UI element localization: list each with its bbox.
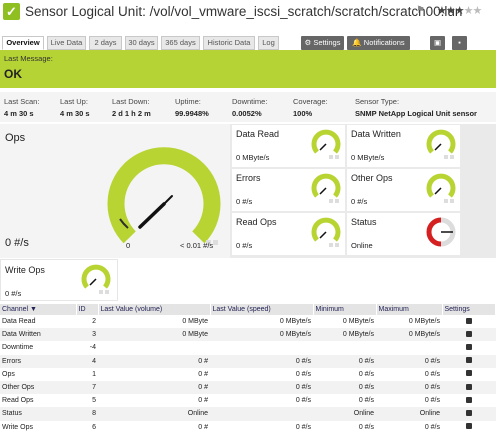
channel-settings-icon[interactable] xyxy=(465,330,472,337)
sensor-stats: Last Scan: 4 m 30 s Last Up: 4 m 30 s Last… xyxy=(0,92,496,122)
stat-last-up: Last Up: 4 m 30 s xyxy=(60,97,90,118)
gauge-data-read-name: Data Read xyxy=(236,129,280,139)
gauge-data-read-value: 0 MByte/s xyxy=(236,153,270,162)
write-ops-gauge xyxy=(81,264,111,294)
table-row[interactable]: Status 8 Online Online Online xyxy=(0,407,496,421)
gauge-other-ops-name: Other Ops xyxy=(351,173,393,183)
delete-icon[interactable]: ▪ xyxy=(452,36,467,50)
tab-overview[interactable]: Overview xyxy=(2,36,44,50)
col-channel[interactable]: Channel ▼ xyxy=(0,304,77,315)
channel-settings-icon[interactable] xyxy=(465,396,472,403)
ops-gauge xyxy=(107,147,221,245)
tab-live-data[interactable]: Live Data xyxy=(47,36,86,50)
status-ok-icon: ✓ xyxy=(3,3,20,20)
table-row[interactable]: Downtime -4 xyxy=(0,341,496,354)
channel-settings-icon[interactable] xyxy=(465,357,472,364)
channel-settings-icon[interactable] xyxy=(465,423,472,430)
notifications-button[interactable]: 🔔 Notifications xyxy=(347,36,410,50)
col-last-volume[interactable]: Last Value (volume) xyxy=(98,304,211,315)
last-message-banner: Last Message: OK xyxy=(0,50,496,88)
sensor-header: ✓ Sensor Logical Unit: /vol/vol_vmware_i… xyxy=(0,0,496,24)
tab-365-days[interactable]: 365 days xyxy=(161,36,200,50)
gauge-errors-name: Errors xyxy=(236,173,261,183)
gauge-data-written-value: 0 MByte/s xyxy=(351,153,385,162)
gauge-status-name: Status xyxy=(351,217,377,227)
stat-last-scan: Last Scan: 4 m 30 s xyxy=(4,97,40,118)
stat-sensor-type: Sensor Type: SNMP NetApp Logical Unit sen… xyxy=(355,97,477,118)
gauge-data-written-name: Data Written xyxy=(351,129,401,139)
table-row[interactable]: Other Ops 7 0 #0 #/s 0 #/s 0 #/s xyxy=(0,380,496,395)
flag-icon[interactable]: ⚑ xyxy=(416,5,425,16)
other-ops-gauge xyxy=(426,173,456,203)
gauge-read-ops[interactable]: Read Ops 0 #/s xyxy=(232,213,345,255)
stat-downtime: Downtime: 0.0052% xyxy=(232,97,268,118)
tab-bar: Overview Live Data 2 days 30 days 365 da… xyxy=(0,36,496,50)
data-written-gauge xyxy=(426,129,456,159)
ops-gauge-value: 0 #/s xyxy=(5,237,29,249)
table-row[interactable]: Write Ops 6 0 #0 #/s 0 #/s 0 #/s xyxy=(0,421,496,434)
channel-settings-icon[interactable] xyxy=(465,317,472,324)
col-last-speed[interactable]: Last Value (speed) xyxy=(210,304,314,315)
channel-settings-icon[interactable] xyxy=(465,409,472,416)
stat-coverage: Coverage: 100% xyxy=(293,97,328,118)
gauge-errors[interactable]: Errors 0 #/s xyxy=(232,169,345,211)
gauge-status-value: Online xyxy=(351,241,373,250)
channel-settings-icon[interactable] xyxy=(465,383,472,390)
data-read-gauge xyxy=(311,129,341,159)
tab-log[interactable]: Log xyxy=(258,36,279,50)
status-gauge xyxy=(426,217,456,247)
priority-stars[interactable]: ★★★★★ xyxy=(437,4,482,17)
last-message-value: OK xyxy=(4,67,22,81)
stat-uptime: Uptime: 99.9948% xyxy=(175,97,209,118)
tab-30-days[interactable]: 30 days xyxy=(125,36,158,50)
ops-gauge-max: < 0.01 #/s xyxy=(180,241,214,250)
gauge-status[interactable]: Status Online xyxy=(347,213,460,255)
gauge-other-ops-value: 0 #/s xyxy=(351,197,368,206)
col-settings[interactable]: Settings xyxy=(442,304,496,315)
gauge-write-ops[interactable]: Write Ops 0 #/s xyxy=(0,259,118,301)
table-row[interactable]: Data Written 3 0 MByte 0 MByte/s 0 MByte/s 0 … xyxy=(0,328,496,342)
table-row[interactable]: Read Ops 5 0 #0 #/s 0 #/s 0 #/s xyxy=(0,394,496,407)
gauge-read-ops-name: Read Ops xyxy=(236,217,277,227)
sensor-title: Sensor Logical Unit: /vol/vol_vmware_isc… xyxy=(25,4,463,19)
read-ops-gauge xyxy=(311,217,341,247)
table-header-row: Channel ▼ ID Last Value (volume) Last Va… xyxy=(0,304,496,315)
channels-table: Channel ▼ ID Last Value (volume) Last Va… xyxy=(0,304,496,434)
col-minimum[interactable]: Minimum xyxy=(313,304,377,315)
tab-historic-data[interactable]: Historic Data xyxy=(203,36,255,50)
pause-icon[interactable]: ▣ xyxy=(430,36,445,50)
gauge-write-ops-name: Write Ops xyxy=(5,265,45,275)
gauge-other-ops[interactable]: Other Ops 0 #/s xyxy=(347,169,460,211)
ops-gauge-name: Ops xyxy=(5,132,26,144)
tab-2-days[interactable]: 2 days xyxy=(89,36,122,50)
ops-gauge-panel[interactable]: Ops 0 #/s 0 < 0.01 #/s xyxy=(0,124,230,258)
stat-last-down: Last Down: 2 d 1 h 2 m xyxy=(112,97,151,118)
table-row[interactable]: Data Read 2 0 MByte 0 MByte/s 0 MByte/s 0 MBy… xyxy=(0,315,496,328)
gauge-errors-value: 0 #/s xyxy=(236,197,253,206)
table-row[interactable]: Ops 1 0 #0 #/s 0 #/s 0 #/s xyxy=(0,368,496,381)
settings-button[interactable]: ⚙ Settings xyxy=(301,36,344,50)
gauge-read-ops-value: 0 #/s xyxy=(236,241,253,250)
gauge-data-read[interactable]: Data Read 0 MByte/s xyxy=(232,125,345,167)
col-maximum[interactable]: Maximum xyxy=(376,304,443,315)
gauge-data-written[interactable]: Data Written 0 MByte/s xyxy=(347,125,460,167)
channel-settings-icon[interactable] xyxy=(465,370,472,377)
last-message-label: Last Message: xyxy=(4,54,53,63)
ops-gauge-min: 0 xyxy=(126,241,131,250)
errors-gauge xyxy=(311,173,341,203)
col-id[interactable]: ID xyxy=(76,304,99,315)
channel-settings-icon[interactable] xyxy=(465,343,472,350)
table-row[interactable]: Errors 4 0 #0 #/s 0 #/s 0 #/s xyxy=(0,354,496,368)
gauge-write-ops-value: 0 #/s xyxy=(5,289,22,298)
